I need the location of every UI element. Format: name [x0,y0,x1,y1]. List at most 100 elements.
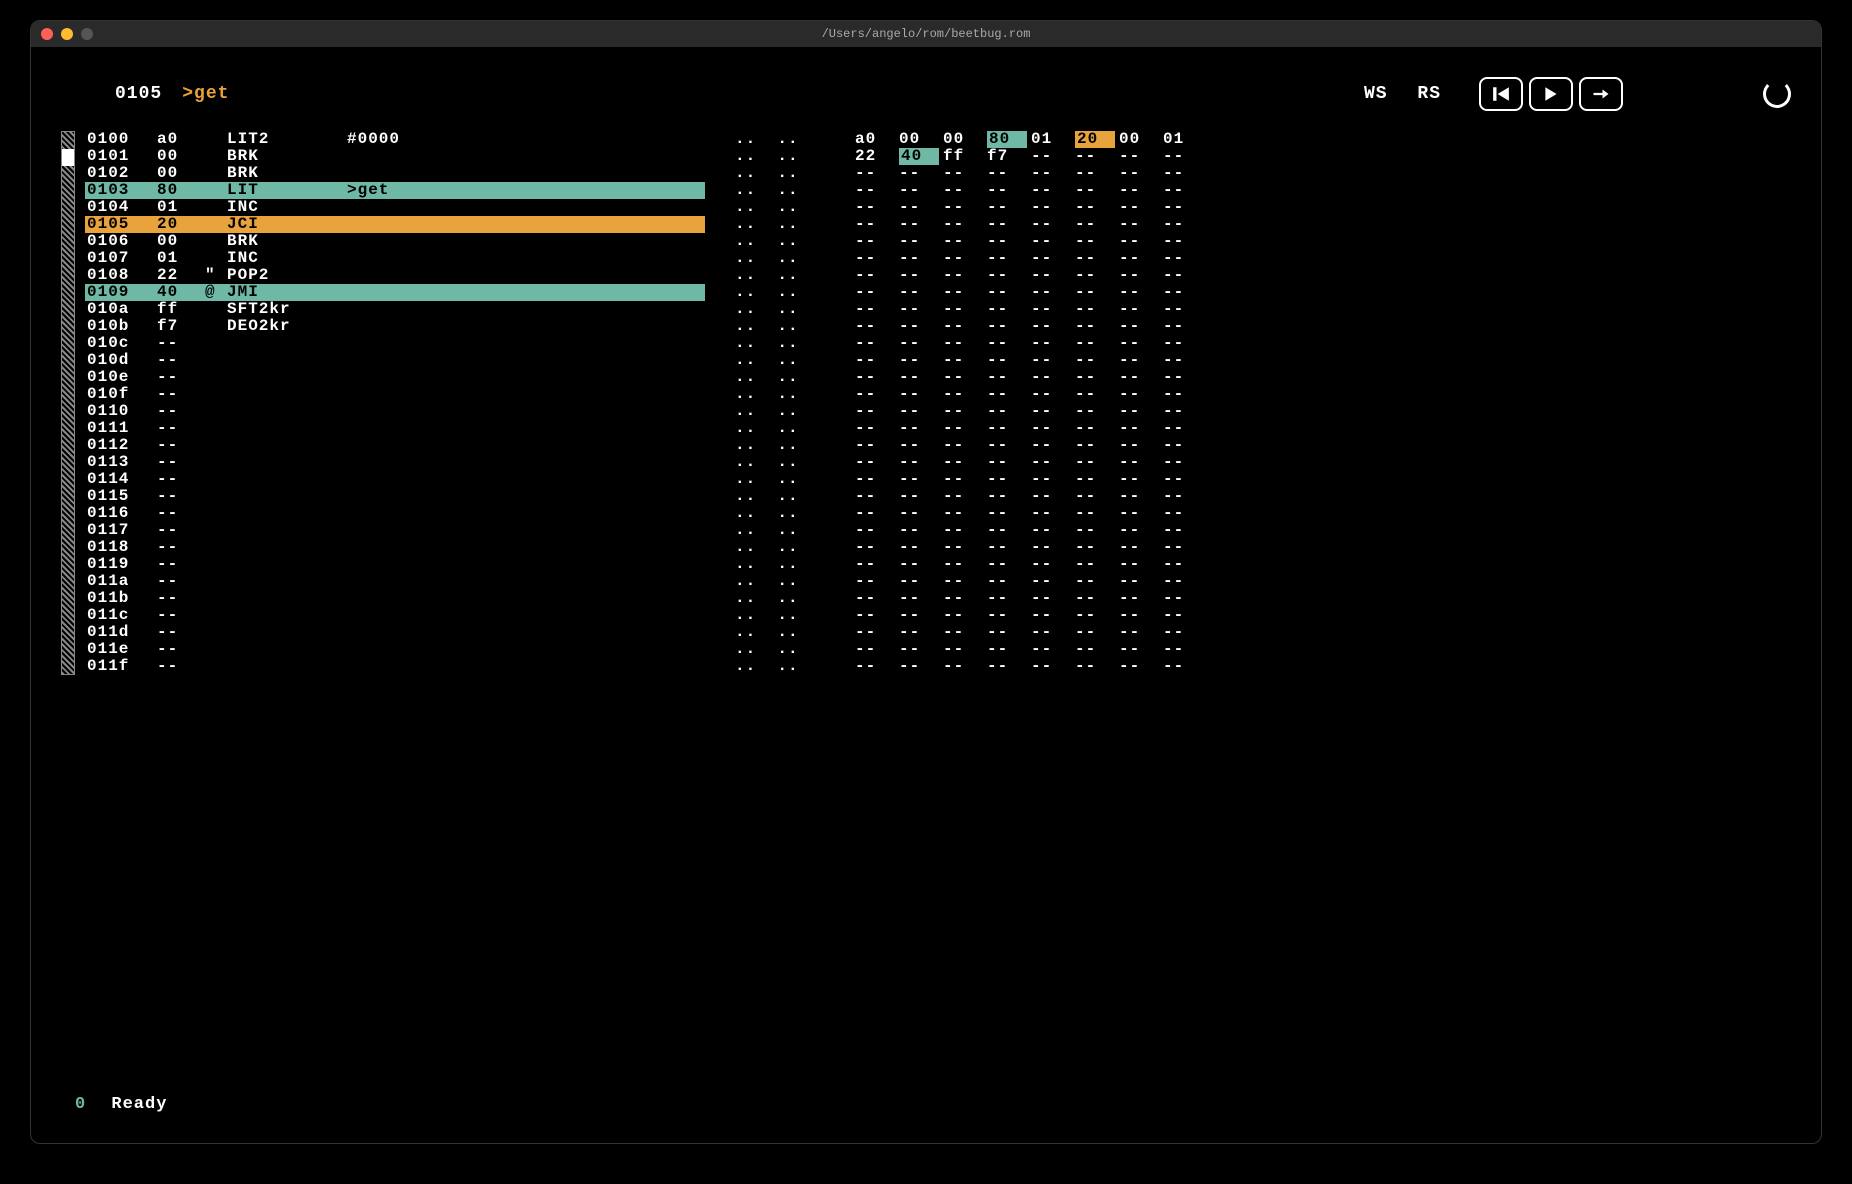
disasm-row[interactable]: 010affSFT2kr [85,301,705,318]
memory-row[interactable]: ---------------- [855,556,1791,573]
disasm-row[interactable]: 010e-- [85,369,705,386]
memory-row[interactable]: ---------------- [855,199,1791,216]
operand-cell [347,284,705,301]
memory-row[interactable]: ---------------- [855,233,1791,250]
memory-cell: -- [1119,505,1163,522]
disasm-row[interactable]: 0114-- [85,471,705,488]
memory-row[interactable]: ---------------- [855,641,1791,658]
disasm-row[interactable]: 010600BRK [85,233,705,250]
memory-row[interactable]: ---------------- [855,369,1791,386]
memory-row[interactable]: ---------------- [855,267,1791,284]
disasm-row[interactable]: 011f-- [85,658,705,675]
memory-row[interactable]: ---------------- [855,624,1791,641]
operand-cell [347,369,705,386]
memory-cell: -- [943,233,987,250]
memory-row[interactable]: ---------------- [855,658,1791,675]
disasm-row[interactable]: 010701INC [85,250,705,267]
memory-row[interactable]: ---------------- [855,488,1791,505]
memory-cell: -- [987,624,1031,641]
disasm-row[interactable]: 010100BRK [85,148,705,165]
rewind-button[interactable] [1479,77,1523,111]
disasm-row[interactable]: 0113-- [85,454,705,471]
memory-pane[interactable]: a0000080012000012240fff7----------------… [855,131,1791,675]
disasm-row[interactable]: 0111-- [85,420,705,437]
addr-cell: 011a [87,573,157,590]
disasm-row[interactable]: 0112-- [85,437,705,454]
current-label: >get [182,86,229,103]
memory-row[interactable]: 2240fff7-------- [855,148,1791,165]
memory-cell: -- [855,454,899,471]
disasm-row[interactable]: 011a-- [85,573,705,590]
mnemonic-cell [227,641,347,658]
memory-row[interactable]: ---------------- [855,386,1791,403]
memory-row[interactable]: ---------------- [855,471,1791,488]
memory-cell: -- [943,573,987,590]
memory-cell: -- [1075,318,1119,335]
memory-cell: -- [1119,539,1163,556]
memory-row[interactable]: ---------------- [855,182,1791,199]
disasm-row[interactable]: 011b-- [85,590,705,607]
mnemonic-cell: LIT [227,182,347,199]
breakpoint-gutter[interactable] [61,131,75,675]
stack-dots-row: .. .. [735,641,825,658]
disasm-row[interactable]: 0110-- [85,403,705,420]
char-cell [205,454,227,471]
byte-cell: -- [157,403,205,420]
memory-row[interactable]: ---------------- [855,420,1791,437]
memory-cell: -- [1075,199,1119,216]
memory-row[interactable]: ---------------- [855,216,1791,233]
disasm-row[interactable]: 010c-- [85,335,705,352]
play-button[interactable] [1529,77,1573,111]
disasm-row[interactable]: 010520JCI [85,216,705,233]
disasm-row[interactable]: 011d-- [85,624,705,641]
operand-cell [347,471,705,488]
titlebar[interactable]: /Users/angelo/rom/beetbug.rom [31,21,1821,47]
memory-row[interactable]: a000008001200001 [855,131,1791,148]
disasm-row[interactable]: 0119-- [85,556,705,573]
char-cell [205,318,227,335]
disasm-row[interactable]: 0115-- [85,488,705,505]
step-button[interactable] [1579,77,1623,111]
disasm-row[interactable]: 010822"POP2 [85,267,705,284]
disasm-row[interactable]: 0100a0LIT2#0000 [85,131,705,148]
memory-row[interactable]: ---------------- [855,284,1791,301]
disasm-row[interactable]: 010940@JMI [85,284,705,301]
disasm-row[interactable]: 0118-- [85,539,705,556]
memory-row[interactable]: ---------------- [855,335,1791,352]
memory-row[interactable]: ---------------- [855,573,1791,590]
disasm-row[interactable]: 010200BRK [85,165,705,182]
gutter-marker[interactable] [62,149,74,166]
disasm-row[interactable]: 011e-- [85,641,705,658]
disasm-row[interactable]: 010f-- [85,386,705,403]
memory-row[interactable]: ---------------- [855,250,1791,267]
disasm-row[interactable]: 010380LIT>get [85,182,705,199]
memory-row[interactable]: ---------------- [855,607,1791,624]
memory-row[interactable]: ---------------- [855,165,1791,182]
memory-cell: -- [1031,199,1075,216]
disasm-row[interactable]: 010bf7DEO2kr [85,318,705,335]
memory-row[interactable]: ---------------- [855,505,1791,522]
disasm-row[interactable]: 011c-- [85,607,705,624]
memory-row[interactable]: ---------------- [855,352,1791,369]
memory-cell: -- [1163,250,1207,267]
memory-row[interactable]: ---------------- [855,318,1791,335]
memory-row[interactable]: ---------------- [855,590,1791,607]
memory-row[interactable]: ---------------- [855,539,1791,556]
memory-cell: -- [1075,522,1119,539]
disassembly-pane[interactable]: 0100a0LIT2#0000010100BRK010200BRK010380L… [85,131,705,675]
disasm-row[interactable]: 0117-- [85,522,705,539]
memory-row[interactable]: ---------------- [855,403,1791,420]
memory-row[interactable]: ---------------- [855,301,1791,318]
memory-cell: -- [1075,590,1119,607]
memory-row[interactable]: ---------------- [855,522,1791,539]
disasm-row[interactable]: 010d-- [85,352,705,369]
rs-label: RS [1417,84,1441,104]
memory-cell: -- [899,199,943,216]
memory-row[interactable]: ---------------- [855,437,1791,454]
byte-cell: 20 [157,216,205,233]
memory-cell: -- [943,182,987,199]
disasm-row[interactable]: 0116-- [85,505,705,522]
disasm-row[interactable]: 010401INC [85,199,705,216]
memory-cell: -- [1119,284,1163,301]
memory-row[interactable]: ---------------- [855,454,1791,471]
